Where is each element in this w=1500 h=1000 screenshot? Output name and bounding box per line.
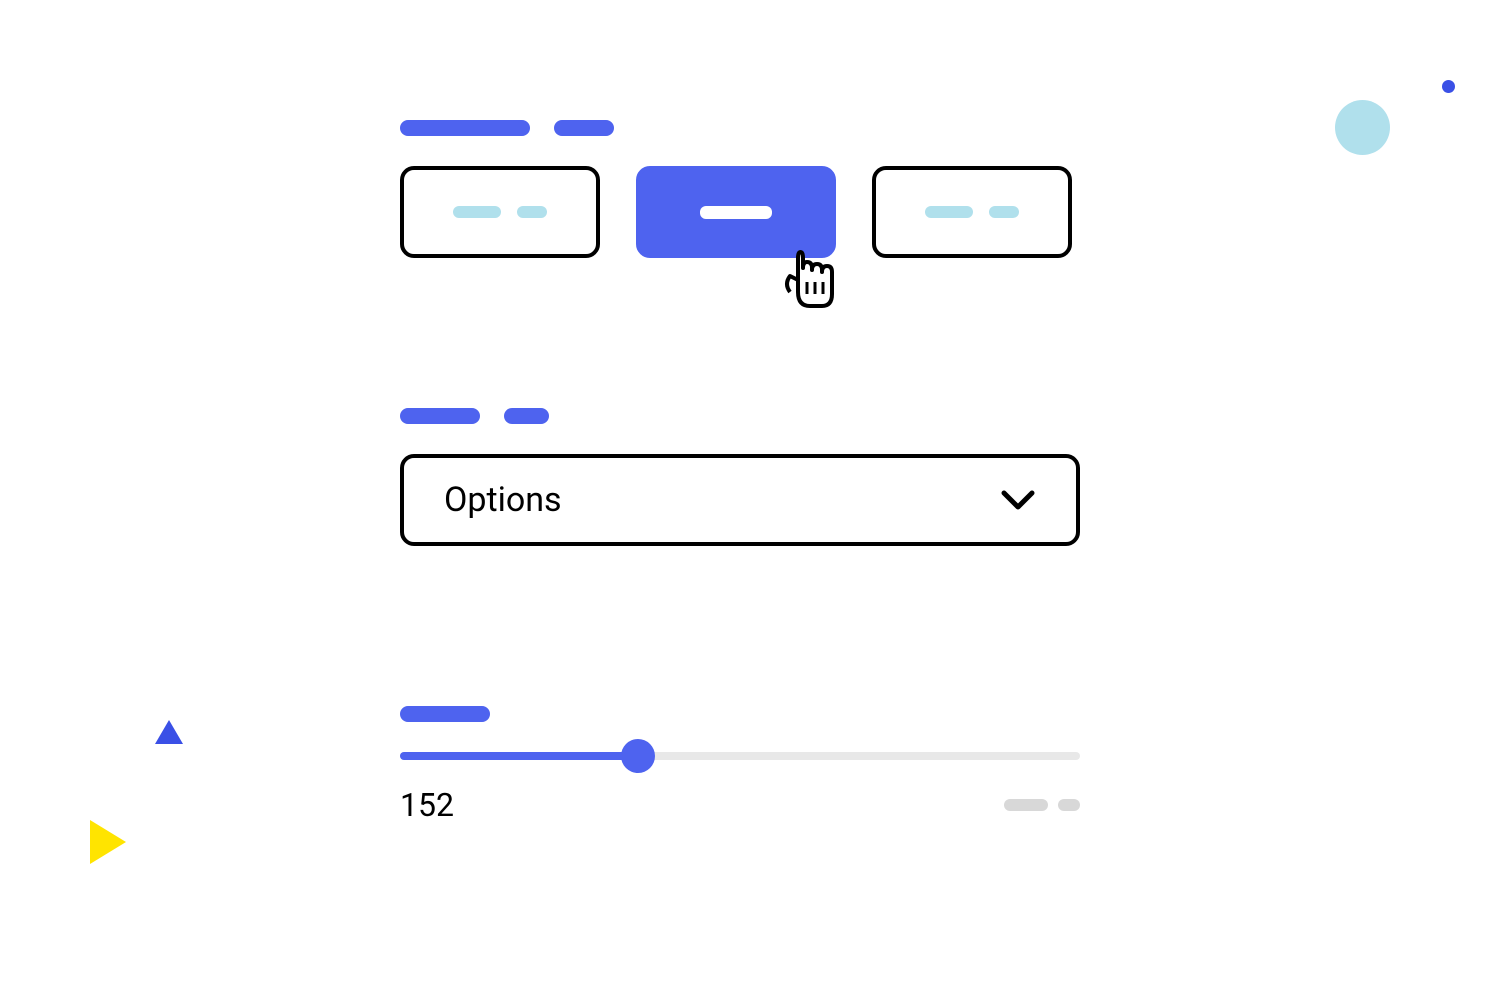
label-placeholder: [554, 120, 614, 136]
card-option-3[interactable]: [872, 166, 1072, 258]
slider-value: 152: [400, 786, 454, 824]
select-value: Options: [444, 480, 562, 520]
chevron-down-icon: [1000, 489, 1036, 511]
slider-track[interactable]: [400, 752, 1080, 760]
label-placeholder: [400, 408, 480, 424]
label-placeholder: [400, 706, 490, 722]
select-label: [400, 408, 1080, 424]
card-placeholder: [925, 206, 973, 218]
slider-thumb[interactable]: [621, 739, 655, 773]
decorative-circle-small: [1442, 80, 1455, 93]
placeholder: [1058, 799, 1080, 811]
label-placeholder: [400, 120, 530, 136]
cards-row: [400, 166, 1080, 258]
placeholder: [1004, 799, 1048, 811]
card-placeholder: [989, 206, 1019, 218]
card-placeholder: [517, 206, 547, 218]
decorative-circle-large: [1335, 100, 1390, 155]
card-placeholder: [453, 206, 501, 218]
decorative-triangle-yellow: [90, 820, 126, 864]
cards-label: [400, 120, 1080, 136]
slider-label: [400, 706, 1080, 722]
label-placeholder: [504, 408, 549, 424]
options-select[interactable]: Options: [400, 454, 1080, 546]
card-placeholder: [700, 206, 772, 219]
decorative-triangle-blue: [155, 720, 183, 744]
card-option-2-active[interactable]: [636, 166, 836, 258]
slider-max-placeholder: [1004, 799, 1080, 811]
slider-fill: [400, 752, 638, 760]
card-option-1[interactable]: [400, 166, 600, 258]
